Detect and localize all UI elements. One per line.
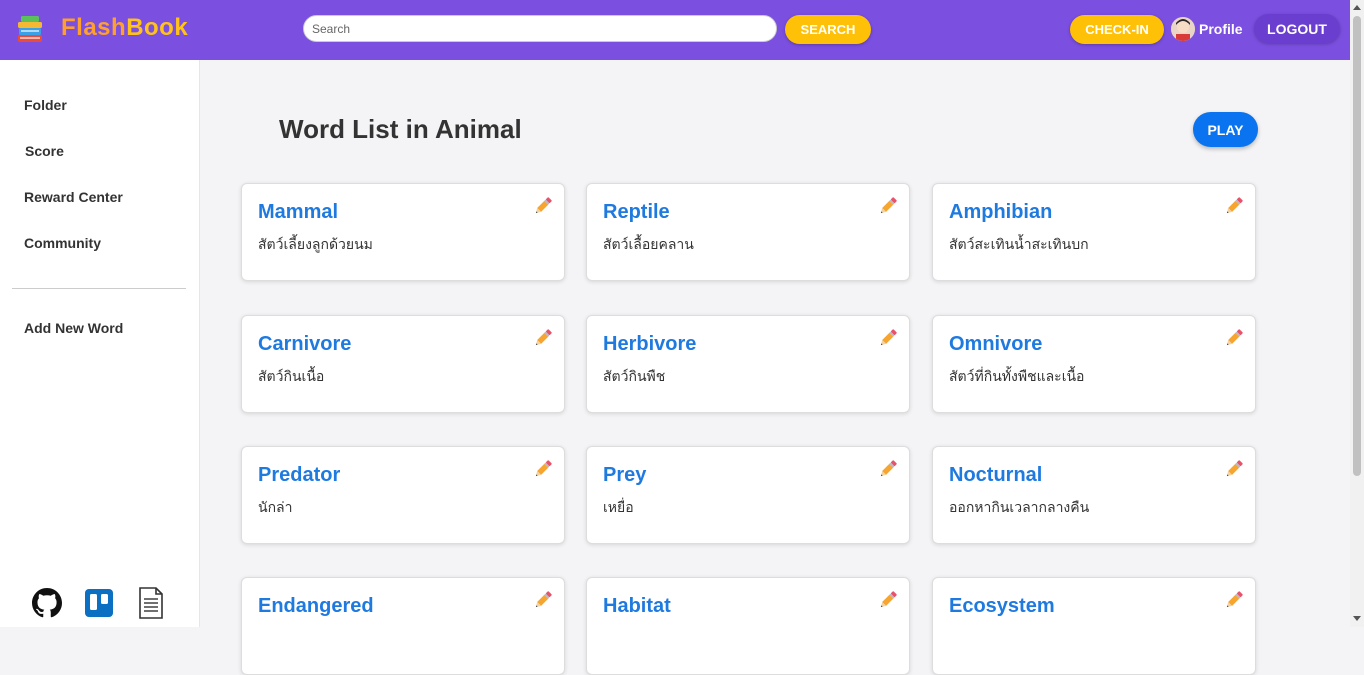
- pencil-edit-icon[interactable]: [877, 327, 899, 349]
- word-meaning: ออกหากินเวลากลางคืน: [949, 499, 1090, 515]
- sidebar-item-score[interactable]: Score: [25, 143, 64, 159]
- word-title: Reptile: [603, 201, 670, 223]
- avatar: [1171, 17, 1195, 41]
- pencil-edit-icon[interactable]: [1223, 195, 1245, 217]
- sidebar: Folder Score Reward Center Community Add…: [0, 60, 200, 627]
- word-card[interactable]: Carnivore สัตว์กินเนื้อ: [241, 315, 565, 413]
- pencil-edit-icon[interactable]: [877, 195, 899, 217]
- sidebar-item-add-new-word[interactable]: Add New Word: [24, 320, 123, 336]
- books-logo-icon[interactable]: [16, 13, 44, 45]
- document-icon[interactable]: [138, 587, 164, 619]
- top-navbar: FlashBook SEARCH CHECK-IN Profile LOGOUT: [0, 0, 1350, 60]
- word-title: Habitat: [603, 595, 671, 617]
- word-card[interactable]: Habitat: [586, 577, 910, 675]
- word-meaning: สัตว์กินพืช: [603, 368, 666, 384]
- word-card[interactable]: Mammal สัตว์เลี้ยงลูกด้วยนม: [241, 183, 565, 281]
- check-in-button[interactable]: CHECK-IN: [1070, 15, 1164, 44]
- word-card[interactable]: Herbivore สัตว์กินพืช: [586, 315, 910, 413]
- word-meaning: สัตว์กินเนื้อ: [258, 368, 325, 384]
- pencil-edit-icon[interactable]: [1223, 327, 1245, 349]
- word-title: Carnivore: [258, 333, 352, 355]
- sidebar-divider: [12, 288, 186, 289]
- brand-part-book: Book: [126, 14, 189, 41]
- scroll-down-arrow-icon[interactable]: [1353, 616, 1361, 621]
- word-title: Mammal: [258, 201, 339, 223]
- pencil-edit-icon[interactable]: [532, 327, 554, 349]
- word-title: Prey: [603, 464, 647, 486]
- word-card[interactable]: Ecosystem: [932, 577, 1256, 675]
- word-meaning: สัตว์สะเทินน้ำสะเทินบก: [949, 236, 1089, 252]
- word-title: Endangered: [258, 595, 374, 617]
- scroll-up-arrow-icon[interactable]: [1353, 5, 1361, 10]
- profile-label: Profile: [1199, 21, 1243, 37]
- word-card[interactable]: Predator นักล่า: [241, 446, 565, 544]
- pencil-edit-icon[interactable]: [1223, 458, 1245, 480]
- search-button[interactable]: SEARCH: [785, 15, 871, 44]
- word-card[interactable]: Prey เหยื่อ: [586, 446, 910, 544]
- pencil-edit-icon[interactable]: [532, 458, 554, 480]
- word-meaning: สัตว์เลื้อยคลาน: [603, 236, 694, 252]
- word-meaning: เหยื่อ: [603, 499, 634, 515]
- sidebar-item-folder[interactable]: Folder: [24, 97, 67, 113]
- word-card[interactable]: Endangered: [241, 577, 565, 675]
- search-input[interactable]: [303, 15, 777, 42]
- page-scrollbar[interactable]: [1350, 0, 1364, 627]
- word-meaning: สัตว์เลี้ยงลูกด้วยนม: [258, 236, 373, 252]
- word-card[interactable]: Omnivore สัตว์ที่กินทั้งพืชและเนื้อ: [932, 315, 1256, 413]
- word-title: Nocturnal: [949, 464, 1043, 486]
- word-title: Ecosystem: [949, 595, 1055, 617]
- brand-part-flash: Flash: [61, 14, 127, 41]
- word-card[interactable]: Reptile สัตว์เลื้อยคลาน: [586, 183, 910, 281]
- pencil-edit-icon[interactable]: [532, 589, 554, 611]
- sidebar-item-reward-center[interactable]: Reward Center: [24, 189, 123, 205]
- word-title: Predator: [258, 464, 341, 486]
- word-title: Amphibian: [949, 201, 1053, 223]
- trello-icon[interactable]: [85, 589, 113, 617]
- scrollbar-thumb[interactable]: [1353, 16, 1361, 476]
- pencil-edit-icon[interactable]: [877, 589, 899, 611]
- pencil-edit-icon[interactable]: [532, 195, 554, 217]
- word-title: Omnivore: [949, 333, 1043, 355]
- profile-link[interactable]: Profile: [1171, 17, 1243, 41]
- github-icon[interactable]: [32, 588, 62, 618]
- sidebar-item-community[interactable]: Community: [24, 235, 101, 251]
- play-button[interactable]: PLAY: [1193, 112, 1258, 147]
- word-card[interactable]: Amphibian สัตว์สะเทินน้ำสะเทินบก: [932, 183, 1256, 281]
- pencil-edit-icon[interactable]: [1223, 589, 1245, 611]
- word-meaning: สัตว์ที่กินทั้งพืชและเนื้อ: [949, 368, 1085, 384]
- brand-name[interactable]: FlashBook: [61, 14, 188, 42]
- word-card[interactable]: Nocturnal ออกหากินเวลากลางคืน: [932, 446, 1256, 544]
- logout-button[interactable]: LOGOUT: [1254, 14, 1340, 43]
- page-title: Word List in Animal: [279, 114, 522, 144]
- word-meaning: นักล่า: [258, 499, 293, 515]
- word-title: Herbivore: [603, 333, 697, 355]
- pencil-edit-icon[interactable]: [877, 458, 899, 480]
